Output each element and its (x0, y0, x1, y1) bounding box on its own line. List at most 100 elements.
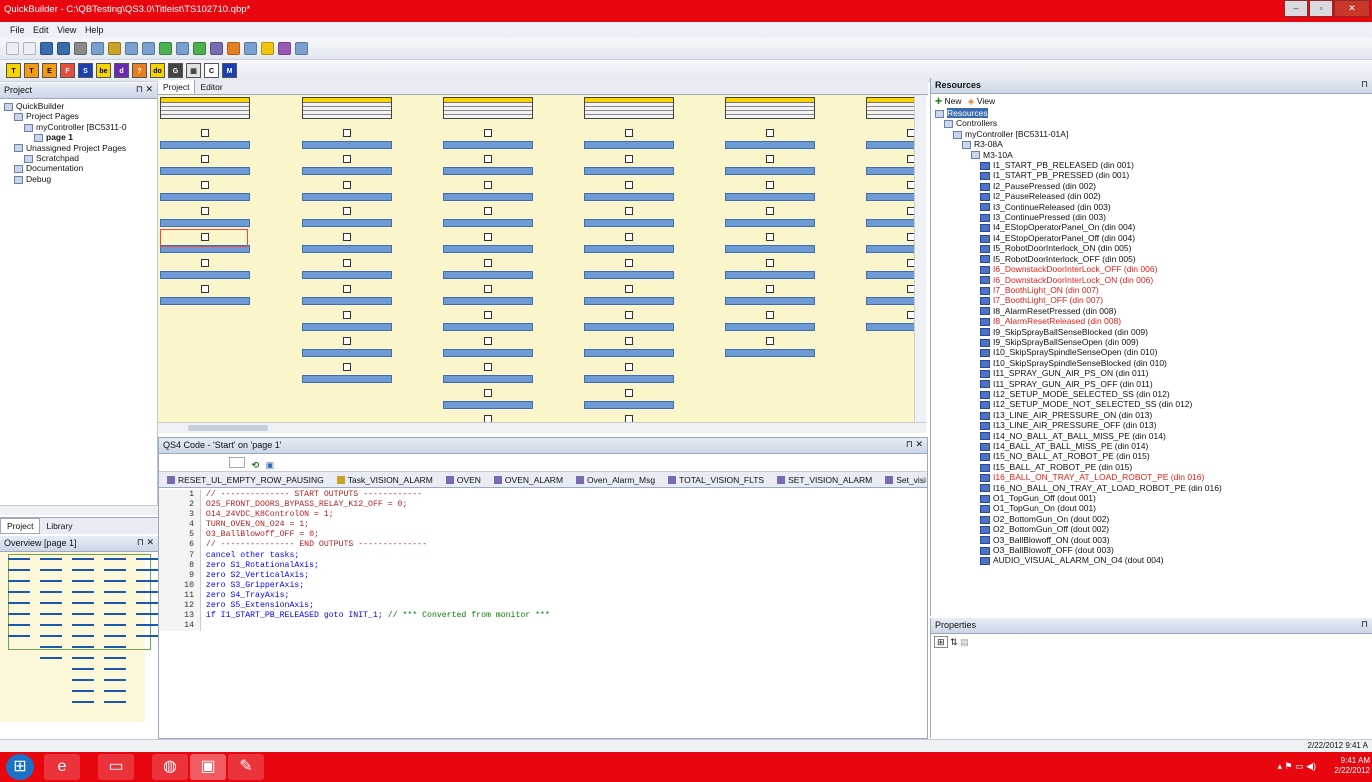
condition-node[interactable] (907, 181, 914, 189)
code-line[interactable]: 3 O14_24VDC_K8ControlON = 1; (159, 510, 927, 521)
condition-node[interactable] (766, 181, 774, 189)
resource-tree-item[interactable]: I1_START_PB_PRESSED (din 001) (935, 170, 1368, 180)
apply-icon[interactable]: ▣ (266, 460, 275, 470)
resource-tree-item[interactable]: I3_ContinueReleased (din 003) (935, 202, 1368, 212)
condition-node[interactable] (484, 415, 492, 422)
code-line[interactable]: 12 zero S5_ExtensionAxis; (159, 601, 927, 612)
code-dropdown[interactable] (229, 457, 245, 468)
condition-node[interactable] (484, 129, 492, 137)
condition-node[interactable] (766, 311, 774, 319)
step-block[interactable] (302, 167, 392, 175)
condition-node[interactable] (484, 207, 492, 215)
condition-node[interactable] (625, 155, 633, 163)
menu-view[interactable]: View (57, 25, 76, 35)
toolbar-icon[interactable] (227, 42, 240, 55)
tree-item[interactable]: Scratchpad (4, 153, 153, 163)
toolbar-icon[interactable] (159, 42, 172, 55)
toolbar-icon[interactable] (91, 42, 104, 55)
resource-tree-item[interactable]: I9_SkipSprayBallSenseOpen (din 009) (935, 337, 1368, 347)
step-block[interactable] (443, 349, 533, 357)
step-block[interactable] (302, 193, 392, 201)
code-line[interactable]: 7 cancel other tasks; (159, 550, 927, 561)
step-tool-button[interactable]: T (24, 63, 39, 78)
toolbar-icon[interactable] (261, 42, 274, 55)
step-tool-button[interactable]: F (60, 63, 75, 78)
step-block[interactable] (443, 167, 533, 175)
step-tool-button[interactable]: C (204, 63, 219, 78)
code-line[interactable]: 2 O25_FRONT_DOORS_BYPASS_RELAY_K12_OFF =… (159, 500, 927, 511)
condition-node[interactable] (766, 285, 774, 293)
resource-tree-item[interactable]: I4_EStopOperatorPanel_On (din 004) (935, 222, 1368, 232)
step-block[interactable] (302, 323, 392, 331)
resource-tree-item[interactable]: I5_RobotDoorInterlock_ON (din 005) (935, 243, 1368, 253)
resource-tree-item[interactable]: I12_SETUP_MODE_SELECTED_SS (din 012) (935, 389, 1368, 399)
flow-diagram[interactable] (158, 95, 914, 422)
code-line[interactable]: 14 (159, 621, 927, 632)
step-tool-button[interactable]: ▦ (186, 63, 201, 78)
condition-node[interactable] (343, 233, 351, 241)
task-header-box[interactable] (302, 97, 392, 119)
step-block[interactable] (584, 271, 674, 279)
task-header-box[interactable] (725, 97, 815, 119)
overview-canvas[interactable] (0, 552, 158, 722)
condition-node[interactable] (343, 337, 351, 345)
code-line[interactable]: 6 // --------------- END OUTPUTS -------… (159, 540, 927, 551)
step-block[interactable] (443, 271, 533, 279)
code-file-tab[interactable]: OVEN_ALARM (489, 475, 568, 485)
tab-editor[interactable]: Editor (195, 80, 227, 94)
resource-tree-item[interactable]: I13_LINE_AIR_PRESSURE_OFF (din 013) (935, 420, 1368, 430)
condition-node[interactable] (484, 311, 492, 319)
step-block[interactable] (584, 193, 674, 201)
step-block[interactable] (866, 323, 914, 331)
condition-node[interactable] (343, 363, 351, 371)
step-tool-button[interactable]: T (6, 63, 21, 78)
condition-node[interactable] (907, 155, 914, 163)
menu-file[interactable]: File (10, 25, 25, 35)
code-line[interactable]: 8 zero S1_RotationalAxis; (159, 560, 927, 571)
refresh-icon[interactable]: ⟲ (252, 460, 260, 470)
step-block[interactable] (584, 297, 674, 305)
step-block[interactable] (443, 297, 533, 305)
condition-node[interactable] (907, 259, 914, 267)
project-hscrollbar[interactable] (0, 505, 158, 515)
toolbar-icon[interactable] (295, 42, 308, 55)
condition-node[interactable] (201, 155, 209, 163)
condition-node[interactable] (343, 155, 351, 163)
toolbar-icon[interactable] (6, 42, 19, 55)
step-block[interactable] (160, 219, 250, 227)
toolbar-icon[interactable] (57, 42, 70, 55)
code-file-tab[interactable]: TOTAL_VISION_FLTS (663, 475, 769, 485)
step-block[interactable] (443, 401, 533, 409)
step-block[interactable] (725, 297, 815, 305)
resource-tree-item[interactable]: Resources (935, 108, 1368, 118)
step-block[interactable] (725, 219, 815, 227)
code-line[interactable]: 13 if I1_START_PB_RELEASED goto INIT_1; … (159, 611, 927, 622)
condition-node[interactable] (201, 207, 209, 215)
code-line[interactable]: 1 // -------------- START OUTPUTS ------… (159, 490, 927, 501)
panel-pin-icon[interactable]: ⊓ ✕ (906, 439, 923, 450)
code-file-tab[interactable]: SET_VISION_ALARM (772, 475, 877, 485)
toolbar-icon[interactable] (142, 42, 155, 55)
condition-node[interactable] (625, 337, 633, 345)
step-block[interactable] (443, 375, 533, 383)
step-block[interactable] (302, 375, 392, 383)
resource-tree-item[interactable]: Controllers (935, 118, 1368, 128)
menu-edit[interactable]: Edit (33, 25, 49, 35)
code-line[interactable]: 9 zero S2_VerticalAxis; (159, 570, 927, 581)
code-file-tab[interactable]: RESET_UL_EMPTY_ROW_PAUSING (162, 475, 329, 485)
condition-node[interactable] (484, 389, 492, 397)
condition-node[interactable] (343, 207, 351, 215)
toolbar-icon[interactable] (210, 42, 223, 55)
resource-tree-item[interactable]: I11_SPRAY_GUN_AIR_PS_OFF (din 011) (935, 379, 1368, 389)
step-block[interactable] (866, 297, 914, 305)
resource-tree-item[interactable]: myController [BC5311-01A] (935, 129, 1368, 139)
resource-tree-item[interactable]: I5_RobotDoorInterlock_OFF (din 005) (935, 254, 1368, 264)
resource-tree-item[interactable]: I16_NO_BALL_ON_TRAY_AT_LOAD_ROBOT_PE (di… (935, 483, 1368, 493)
step-block[interactable] (160, 141, 250, 149)
code-line[interactable]: 10 zero S3_GripperAxis; (159, 580, 927, 591)
resource-tree-item[interactable]: I8_AlarmResetReleased (din 008) (935, 316, 1368, 326)
condition-node[interactable] (625, 311, 633, 319)
step-block[interactable] (302, 141, 392, 149)
resource-tree-item[interactable]: O3_BallBlowoff_ON (dout 003) (935, 535, 1368, 545)
panel-pin-icon[interactable]: ⊓ (1361, 619, 1368, 630)
